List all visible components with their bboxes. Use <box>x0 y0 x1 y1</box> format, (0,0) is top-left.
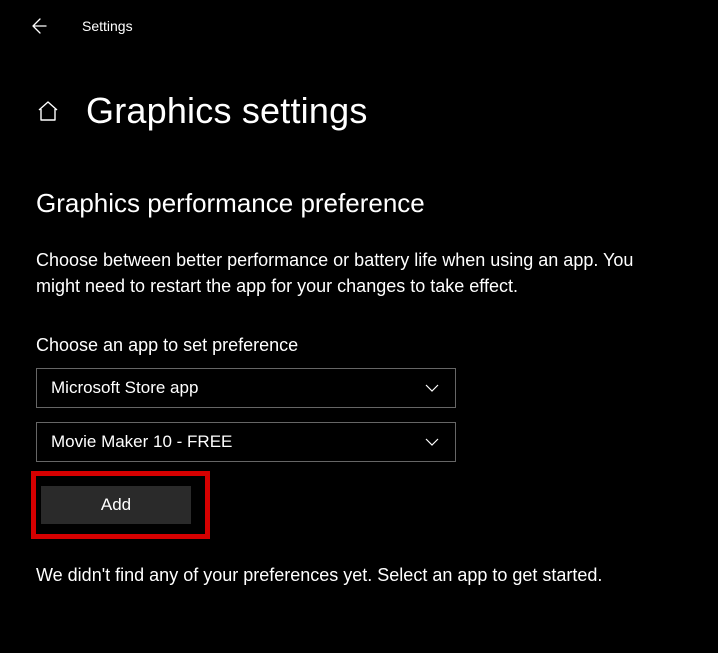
app-type-dropdown[interactable]: Microsoft Store app <box>36 368 456 408</box>
titlebar: Settings <box>0 0 718 44</box>
page-header: Graphics settings <box>0 44 718 152</box>
app-selected-value: Movie Maker 10 - FREE <box>51 432 232 452</box>
preferences-empty-note: We didn't find any of your preferences y… <box>36 565 682 586</box>
app-select-dropdown[interactable]: Movie Maker 10 - FREE <box>36 422 456 462</box>
home-icon[interactable] <box>36 99 60 123</box>
add-button-highlight: Add <box>31 471 210 539</box>
page-title: Graphics settings <box>86 90 368 132</box>
content: Graphics performance preference Choose b… <box>0 152 718 586</box>
back-arrow-icon[interactable] <box>28 16 48 36</box>
choose-app-label: Choose an app to set preference <box>36 335 682 356</box>
add-button[interactable]: Add <box>41 486 191 524</box>
chevron-down-icon <box>423 379 441 397</box>
app-type-selected-value: Microsoft Store app <box>51 378 198 398</box>
chevron-down-icon <box>423 433 441 451</box>
section-description: Choose between better performance or bat… <box>36 247 676 299</box>
section-heading: Graphics performance preference <box>36 188 682 219</box>
titlebar-label: Settings <box>82 18 133 34</box>
